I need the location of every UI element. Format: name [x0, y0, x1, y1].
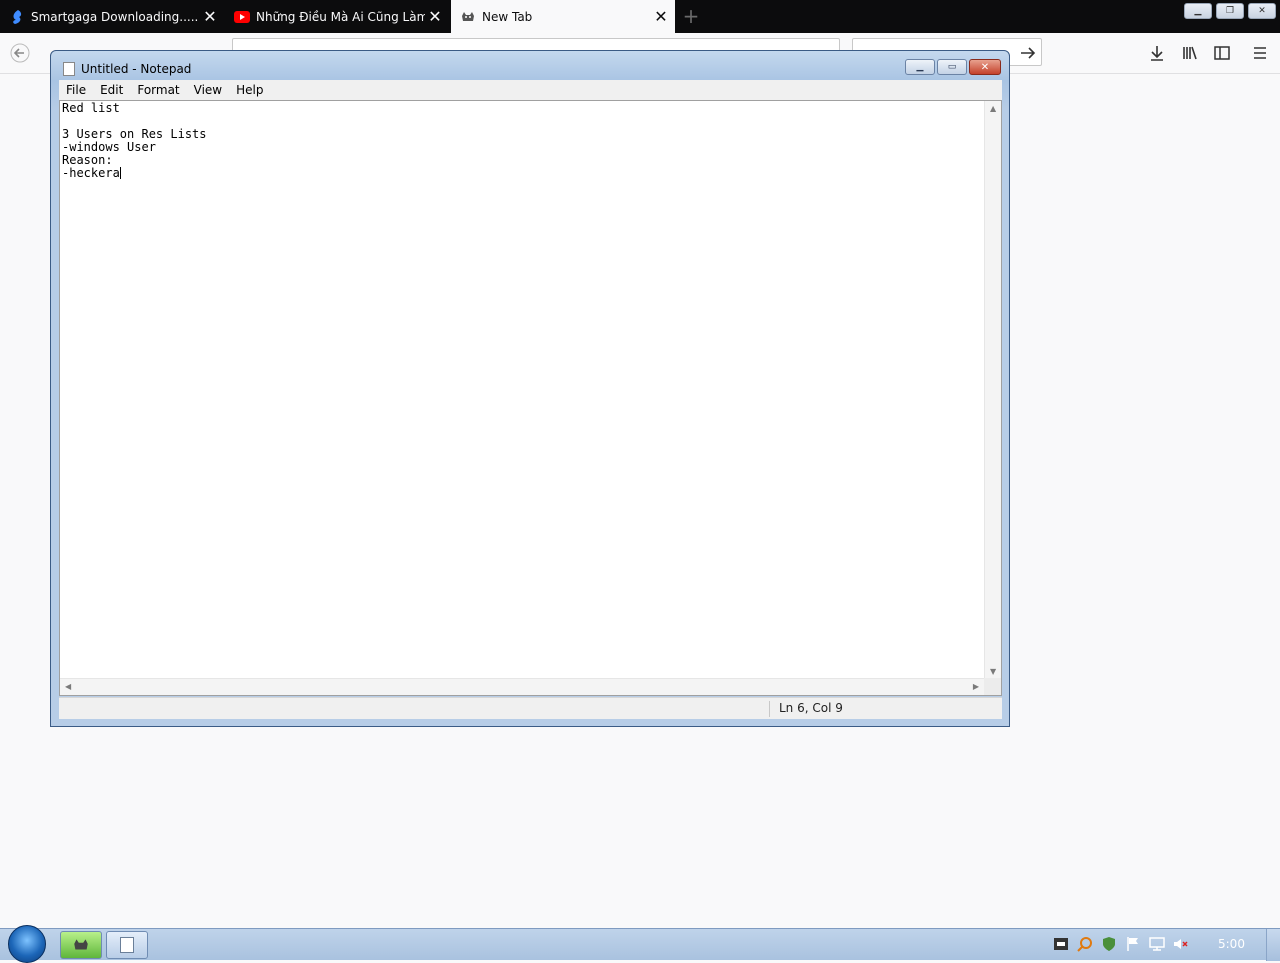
minimize-button[interactable]: ▁	[905, 59, 935, 75]
network-icon[interactable]	[1148, 935, 1166, 953]
show-desktop-button[interactable]	[1266, 929, 1280, 961]
tab-new-tab[interactable]: New Tab ✕	[451, 0, 675, 33]
keyboard-icon[interactable]	[1052, 935, 1070, 953]
taskbar-browser-button[interactable]	[60, 931, 102, 959]
tab-close-icon[interactable]: ✕	[425, 8, 445, 25]
status-bar: Ln 6, Col 9	[59, 697, 1002, 719]
scroll-up-icon[interactable]: ▲	[990, 104, 996, 113]
back-icon[interactable]	[6, 39, 34, 67]
minimize-button[interactable]: ▁	[1184, 3, 1212, 19]
cat-icon	[74, 939, 88, 950]
restore-button[interactable]: ❐	[1216, 3, 1244, 19]
scroll-left-icon[interactable]: ◀	[65, 682, 71, 691]
clock[interactable]: 5:00	[1218, 937, 1245, 951]
volume-muted-icon[interactable]	[1172, 935, 1190, 953]
browser-tab-strip: Smartgaga Downloading..... | S ✕ Những Đ…	[0, 0, 1280, 33]
flag-icon[interactable]	[1124, 935, 1142, 953]
notepad-window-controls: ▁ ▭ ✕	[905, 59, 1001, 75]
security-shield-icon[interactable]	[1100, 935, 1118, 953]
status-divider	[769, 701, 770, 717]
text-editor[interactable]: Red list 3 Users on Res Lists -windows U…	[59, 100, 1002, 696]
new-tab-button[interactable]: +	[680, 4, 702, 28]
tab-youtube[interactable]: Những Điều Mà Ai Cũng Làm | ✕	[225, 0, 449, 33]
go-arrow-icon[interactable]	[1014, 39, 1042, 67]
horizontal-scrollbar[interactable]: ◀ ▶	[60, 678, 984, 695]
tab-smartgaga[interactable]: Smartgaga Downloading..... | S ✕	[0, 0, 224, 33]
menu-file[interactable]: File	[59, 80, 93, 100]
close-button[interactable]: ✕	[1248, 3, 1276, 19]
tab-title: Smartgaga Downloading..... | S	[31, 9, 200, 24]
scroll-corner	[984, 678, 1001, 695]
notepad-icon	[120, 937, 134, 953]
browser-window-controls: ▁ ❐ ✕	[1184, 3, 1276, 19]
document-text[interactable]: Red list 3 Users on Res Lists -windows U…	[62, 102, 207, 180]
tab-close-icon[interactable]: ✕	[651, 8, 671, 25]
vertical-scrollbar[interactable]: ▲ ▼	[984, 101, 1001, 679]
menu-help[interactable]: Help	[229, 80, 270, 100]
menu-view[interactable]: View	[187, 80, 229, 100]
sidebar-icon[interactable]	[1208, 39, 1236, 67]
system-tray	[1052, 935, 1190, 953]
close-button[interactable]: ✕	[969, 59, 1001, 75]
notepad-window[interactable]: Untitled - Notepad ▁ ▭ ✕ File Edit Forma…	[50, 50, 1010, 727]
document-content: Red list 3 Users on Res Lists -windows U…	[62, 101, 207, 180]
tab-title: New Tab	[482, 9, 533, 24]
window-title-bar[interactable]: Untitled - Notepad	[61, 59, 191, 79]
tab-close-icon[interactable]: ✕	[200, 8, 220, 25]
menu-icon[interactable]	[1246, 39, 1274, 67]
menu-edit[interactable]: Edit	[93, 80, 130, 100]
cat-icon	[460, 9, 476, 25]
taskbar: 5:00	[0, 925, 1280, 963]
library-icon[interactable]	[1176, 39, 1204, 67]
download-icon[interactable]	[1143, 39, 1171, 67]
taskbar-notepad-button[interactable]	[106, 931, 148, 959]
menu-bar: File Edit Format View Help	[59, 80, 1002, 100]
youtube-icon	[234, 9, 250, 25]
start-button[interactable]	[8, 925, 46, 963]
menu-format[interactable]: Format	[130, 80, 186, 100]
search-tray-icon[interactable]	[1076, 935, 1094, 953]
scroll-right-icon[interactable]: ▶	[973, 682, 979, 691]
cursor-position: Ln 6, Col 9	[779, 701, 843, 715]
window-title: Untitled - Notepad	[81, 62, 192, 76]
smartgaga-icon	[9, 9, 25, 25]
tab-title: Những Điều Mà Ai Cũng Làm |	[256, 9, 425, 24]
scroll-down-icon[interactable]: ▼	[990, 667, 996, 676]
text-caret	[119, 167, 121, 179]
maximize-button[interactable]: ▭	[937, 59, 967, 75]
notepad-icon	[63, 62, 75, 76]
